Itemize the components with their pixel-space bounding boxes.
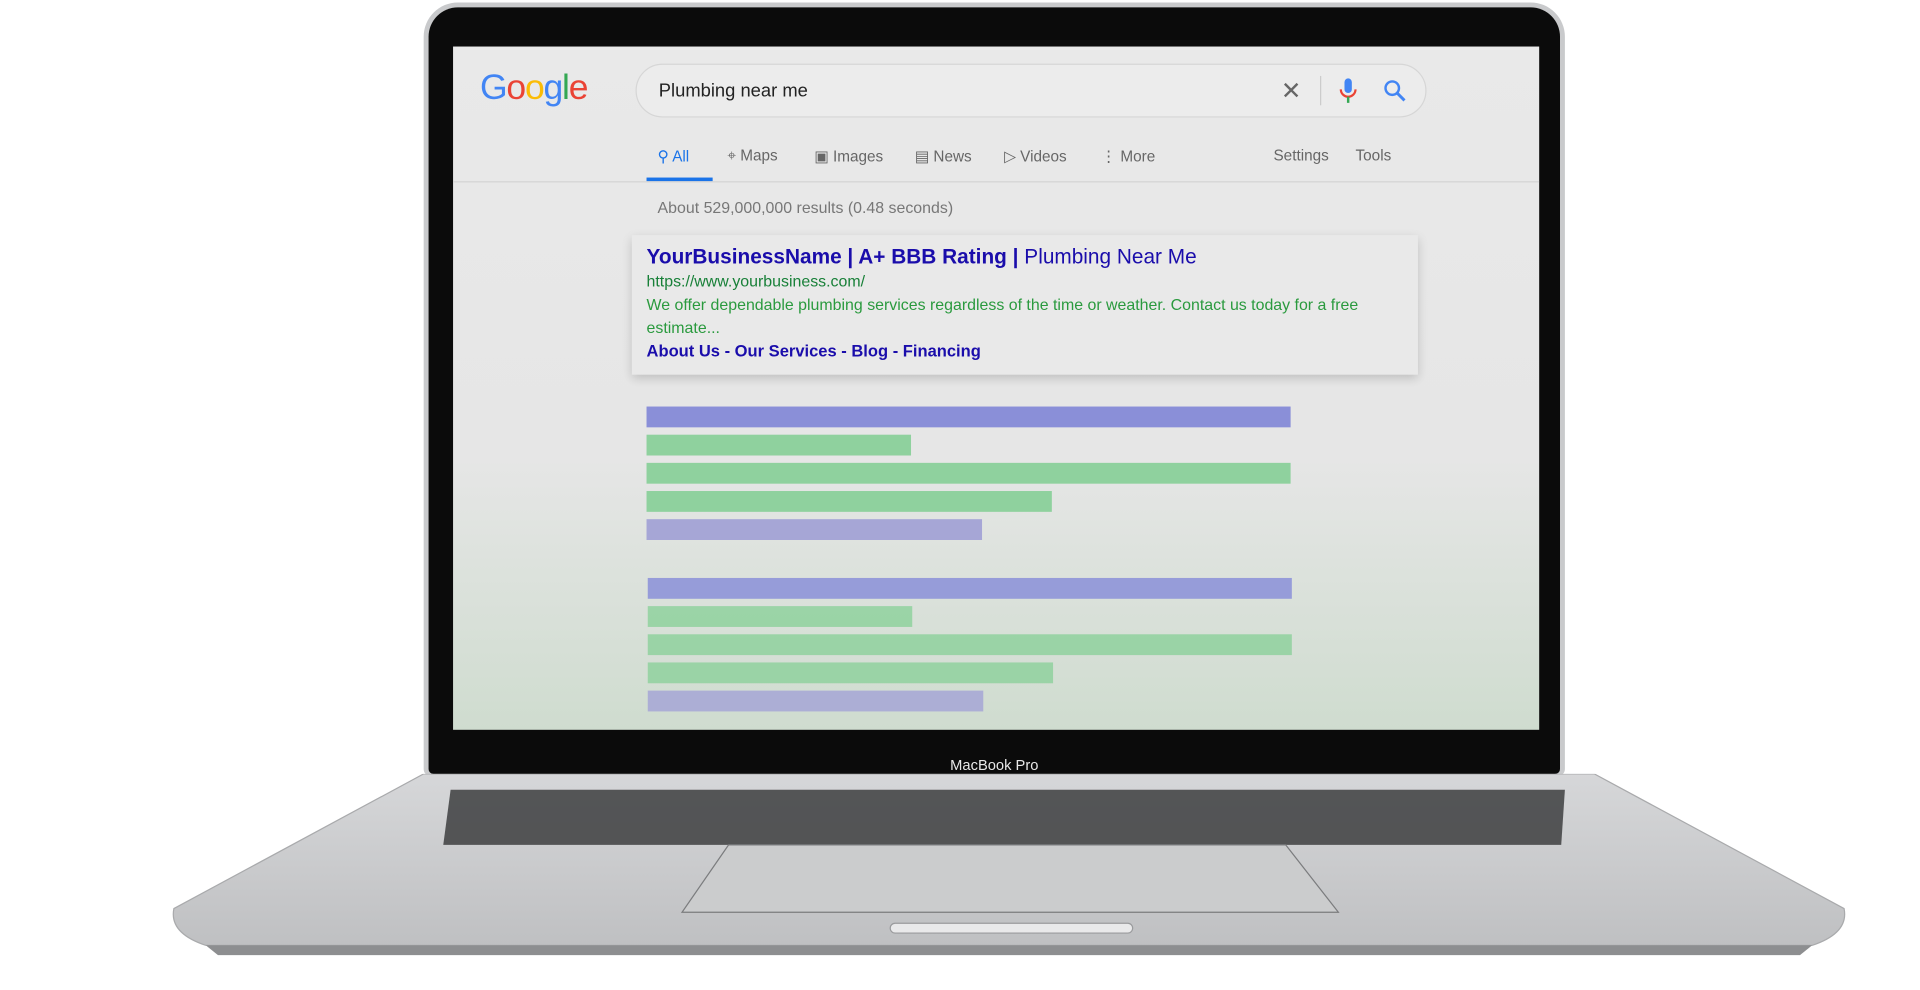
placeholder-bar [646,406,1291,428]
placeholder-bar [646,519,983,541]
placeholder-bar [647,690,984,712]
search-icon: ⚲ [657,148,669,166]
result-url[interactable]: https://www.yourbusiness.com/ [647,272,866,290]
result-stats: About 529,000,000 results (0.48 seconds) [657,198,954,217]
laptop-base [172,773,1846,956]
play-icon: ▷ [1004,148,1016,166]
placeholder-bar [646,462,1291,484]
map-pin-icon: ⌖ [727,146,736,165]
tab-maps[interactable]: ⌖ Maps [727,147,777,165]
google-logo[interactable]: Google [480,69,588,109]
search-input[interactable]: Plumbing near me [659,81,808,102]
browser-screen: Google Plumbing near me ✕ ⚲ All ⌖ Maps ▣… [453,46,1540,730]
tab-more[interactable]: ⋮ More [1101,147,1155,165]
placeholder-bar [647,606,913,627]
image-icon: ▣ [814,148,829,166]
tab-images[interactable]: ▣ Images [814,147,883,165]
tab-videos[interactable]: ▷ Videos [1004,147,1067,165]
result-title[interactable]: YourBusinessName | A+ BBB Rating | Plumb… [647,245,1197,269]
placeholder-bar [646,434,912,456]
tab-news[interactable]: ▤ News [915,147,972,165]
more-vertical-icon: ⋮ [1100,148,1117,166]
placeholder-bar [647,577,1292,599]
placeholder-bar [647,662,1054,684]
tools-link[interactable]: Tools [1356,147,1392,164]
placeholder-bar [647,634,1292,656]
device-label: MacBook Pro [950,756,1039,774]
tab-all[interactable]: ⚲ All [658,147,690,165]
result-description: We offer dependable plumbing services re… [646,295,1359,337]
divider [1320,75,1322,106]
settings-link[interactable]: Settings [1273,147,1328,164]
search-icon[interactable] [1382,78,1406,102]
microphone-icon[interactable] [1338,77,1358,104]
close-icon[interactable]: ✕ [1281,76,1302,107]
ad-result-card: YourBusinessName | A+ BBB Rating | Plumb… [631,235,1418,375]
divider [453,181,1540,183]
result-sitelinks[interactable]: About Us - Our Services - Blog - Financi… [647,342,981,360]
search-box[interactable]: Plumbing near me ✕ [635,63,1427,118]
news-icon: ▤ [914,148,930,166]
placeholder-bar [646,491,1052,512]
